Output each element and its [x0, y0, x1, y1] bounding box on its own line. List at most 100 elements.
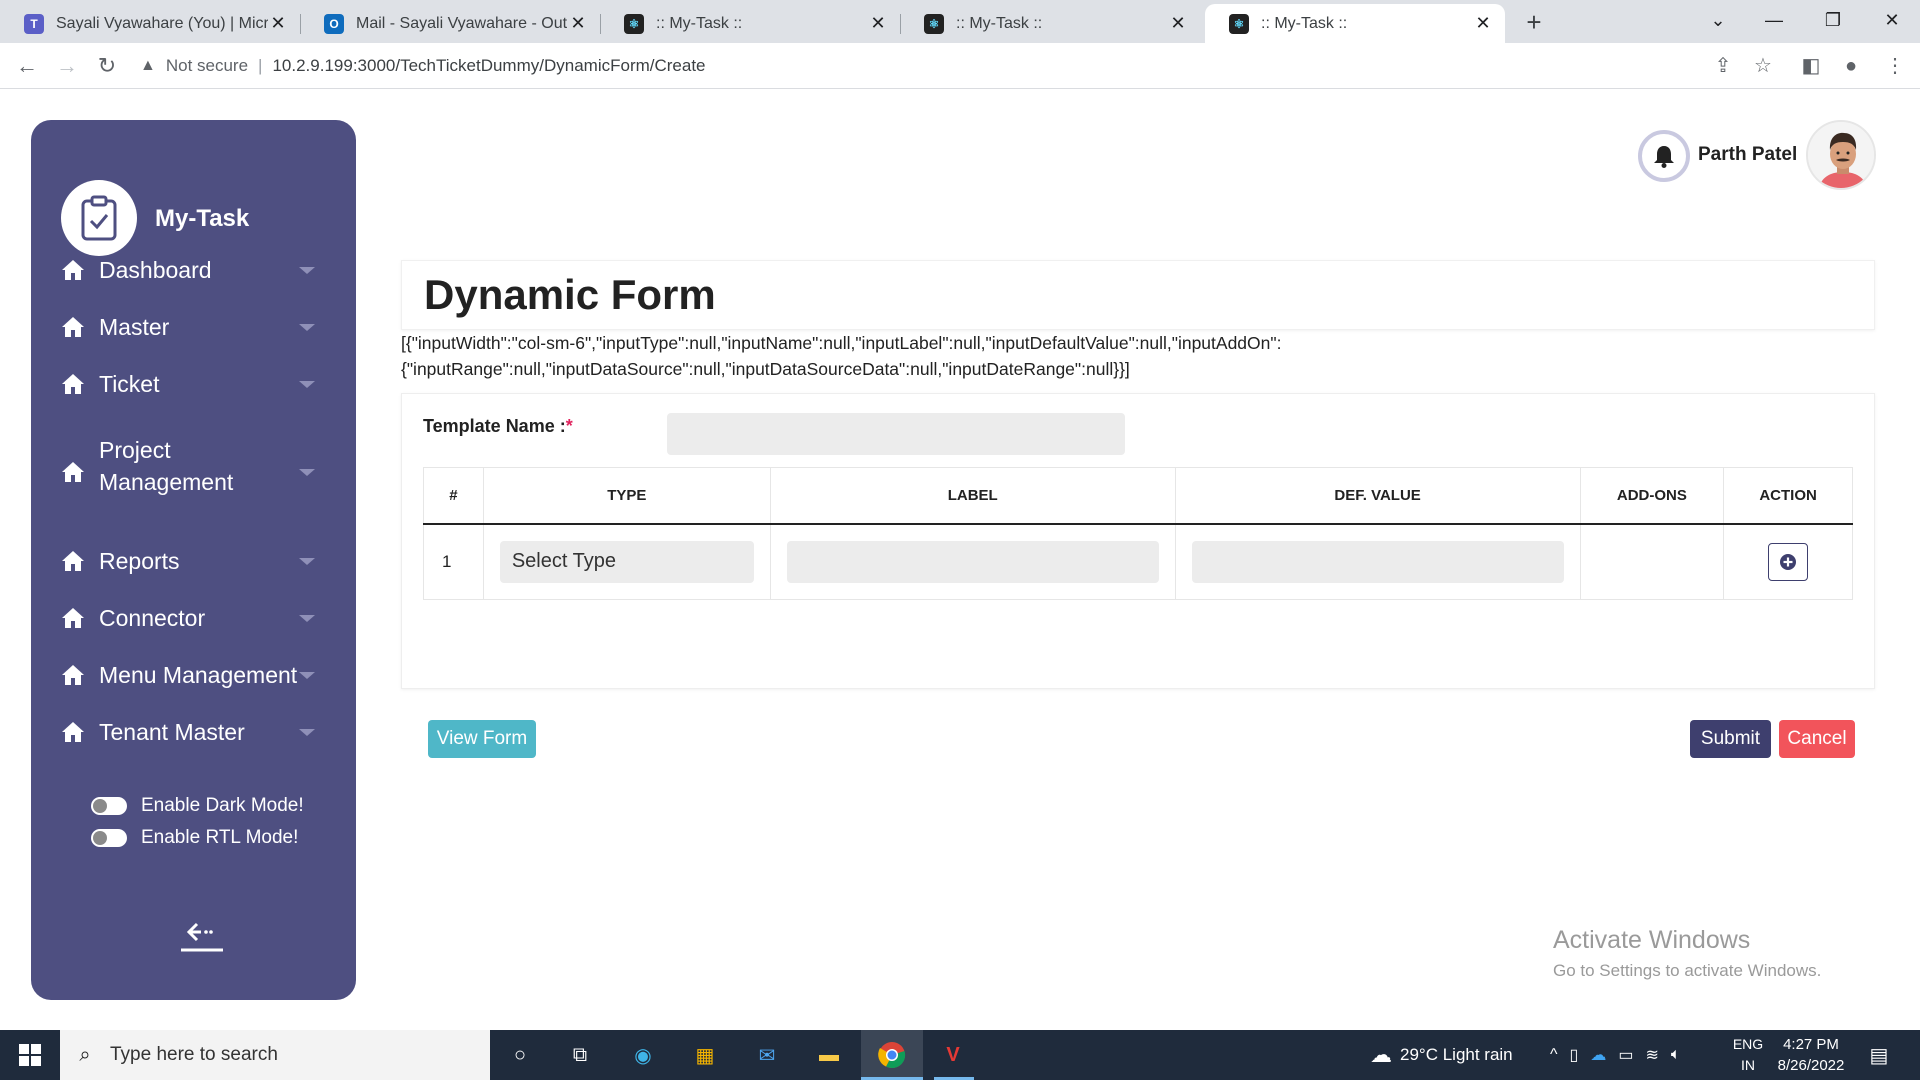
close-tab-icon[interactable]: ✕	[1168, 13, 1188, 34]
template-name-input[interactable]	[667, 413, 1125, 455]
store-icon[interactable]: ▦	[688, 1038, 722, 1072]
device-icon[interactable]: ▯	[1570, 1045, 1579, 1065]
forward-icon[interactable]: →	[52, 51, 82, 81]
sidebar-item-label: Dashboard	[99, 257, 212, 283]
label-input[interactable]	[786, 540, 1159, 583]
start-button[interactable]	[0, 1030, 60, 1080]
add-row-button[interactable]	[1768, 542, 1809, 581]
sidebar-item-project-management[interactable]: Project Management	[31, 437, 356, 495]
profile-icon[interactable]: ●	[1836, 51, 1866, 81]
rtl-mode-label: Enable RTL Mode!	[141, 827, 299, 848]
template-name-label: Template Name :*	[423, 416, 573, 437]
mail-icon[interactable]: ✉	[750, 1038, 784, 1072]
sidebar-item-connector[interactable]: Connector	[31, 602, 356, 634]
watermark-title: Activate Windows	[1553, 926, 1751, 954]
file-explorer-icon[interactable]: ▬	[812, 1038, 846, 1072]
template-name-label-text: Template Name :	[423, 416, 566, 436]
table-header-row: # TYPE LABEL DEF. VALUE ADD-ONS ACTION	[423, 467, 1853, 525]
restore-button[interactable]: ❐	[1805, 0, 1861, 43]
sidebar-item-label: Ticket	[99, 371, 160, 397]
sidebar-item-ticket[interactable]: Ticket	[31, 368, 356, 400]
user-name[interactable]: Parth Patel	[1698, 144, 1797, 166]
chrome-icon[interactable]	[875, 1038, 909, 1072]
notification-button[interactable]	[1638, 130, 1690, 182]
json-output-line: {"inputRange":null,"inputDataSource":nul…	[401, 359, 1130, 379]
reload-icon[interactable]: ↻	[92, 51, 122, 81]
close-tab-icon[interactable]: ✕	[568, 13, 588, 34]
close-tab-icon[interactable]: ✕	[268, 13, 288, 34]
type-select[interactable]: Select Type	[499, 540, 754, 583]
submit-button[interactable]: Submit	[1690, 720, 1771, 758]
tab-my-task-active[interactable]: ⚛ :: My-Task :: ✕	[1205, 4, 1505, 43]
input-language[interactable]: ENG IN	[1728, 1034, 1768, 1076]
type-cell: Select Type	[482, 523, 771, 600]
close-window-button[interactable]: ✕	[1864, 0, 1920, 43]
share-icon[interactable]: ⇪	[1708, 51, 1738, 81]
chevron-down-icon	[299, 468, 315, 476]
avatar[interactable]	[1806, 120, 1876, 190]
column-header-number: #	[423, 467, 484, 525]
side-panel-icon[interactable]: ◧	[1796, 51, 1826, 81]
toggle-knob	[93, 831, 107, 845]
search-placeholder: Type here to search	[110, 1044, 278, 1065]
home-icon	[62, 665, 84, 685]
rtl-mode-toggle[interactable]	[91, 829, 127, 847]
taskbar: ⌕ Type here to search ○ ⧉ ◉ ▦ ✉ ▬ V ☁ 29…	[0, 1030, 1920, 1080]
tab-my-task-2[interactable]: ⚛ :: My-Task :: ✕	[900, 4, 1200, 43]
url-text[interactable]: 10.2.9.199:3000/TechTicketDummy/DynamicF…	[272, 56, 705, 76]
view-form-button[interactable]: View Form	[428, 720, 536, 758]
row-number: 1	[423, 523, 484, 600]
task-view-icon[interactable]: ⧉	[563, 1038, 597, 1072]
toggle-knob	[93, 799, 107, 813]
sidebar-item-tenant-master[interactable]: Tenant Master	[31, 716, 356, 748]
edge-icon[interactable]: ◉	[626, 1038, 660, 1072]
taskbar-search[interactable]: ⌕ Type here to search	[60, 1030, 490, 1080]
tab-teams[interactable]: T Sayali Vyawahare (You) | Microso ✕	[0, 4, 300, 43]
close-tab-icon[interactable]: ✕	[868, 13, 888, 34]
sidebar-item-reports[interactable]: Reports	[31, 545, 356, 577]
user-area: Parth Patel	[1636, 120, 1896, 190]
page: My-Task Dashboard Master Ticket Project …	[0, 90, 1920, 1030]
tab-outlook[interactable]: O Mail - Sayali Vyawahare - Outloo ✕	[300, 4, 600, 43]
security-label[interactable]: Not secure	[166, 56, 248, 76]
sidebar-item-dashboard[interactable]: Dashboard	[31, 254, 356, 286]
home-icon	[62, 608, 84, 628]
close-tab-icon[interactable]: ✕	[1473, 13, 1493, 34]
tab-title: :: My-Task ::	[656, 14, 743, 32]
minimize-button[interactable]: —	[1746, 0, 1802, 43]
chevron-up-icon[interactable]: ^	[1550, 1046, 1558, 1064]
region-code: IN	[1741, 1057, 1755, 1073]
wifi-icon[interactable]: ≋	[1645, 1045, 1658, 1065]
json-output: [{"inputWidth":"col-sm-6","inputType":nu…	[401, 330, 1401, 382]
url-field[interactable]: ▲ Not secure | 10.2.9.199:3000/TechTicke…	[140, 50, 1780, 82]
sidebar-item-label: Master	[99, 314, 170, 340]
cancel-button[interactable]: Cancel	[1779, 720, 1855, 758]
taskbar-clock[interactable]: 4:27 PM 8/26/2022	[1766, 1034, 1856, 1076]
sidebar-item-master[interactable]: Master	[31, 311, 356, 343]
tab-search-icon[interactable]: ⌄	[1690, 0, 1746, 43]
volume-icon[interactable]: 🔈︎	[1671, 1046, 1681, 1064]
vivaldi-icon[interactable]: V	[936, 1038, 970, 1072]
new-tab-button[interactable]: +	[1519, 8, 1549, 38]
tab-title: Sayali Vyawahare (You) | Microso	[56, 14, 268, 32]
fields-table: # TYPE LABEL DEF. VALUE ADD-ONS ACTION 1…	[423, 467, 1853, 600]
outlook-icon: O	[324, 13, 344, 34]
clock-date: 8/26/2022	[1777, 1057, 1845, 1074]
cortana-icon[interactable]: ○	[503, 1038, 537, 1072]
back-icon[interactable]: ←	[12, 51, 42, 81]
collapse-sidebar-icon[interactable]	[179, 920, 227, 956]
sidebar-item-menu-management[interactable]: Menu Management	[31, 659, 356, 691]
divider: |	[258, 56, 263, 75]
default-value-input[interactable]	[1191, 540, 1564, 583]
more-menu-icon[interactable]: ⋮	[1880, 51, 1910, 81]
sidebar-item-label: Menu Management	[99, 662, 298, 688]
logo[interactable]	[61, 180, 137, 256]
battery-icon[interactable]: ▭	[1618, 1045, 1633, 1065]
onedrive-icon[interactable]: ☁	[1590, 1045, 1606, 1065]
sidebar-item-label: Connector	[99, 605, 206, 631]
weather-widget[interactable]: ☁ 29°C Light rain	[1370, 1030, 1513, 1080]
notifications-icon[interactable]: ▤	[1862, 1038, 1896, 1072]
tab-my-task-1[interactable]: ⚛ :: My-Task :: ✕	[600, 4, 900, 43]
dark-mode-toggle[interactable]	[91, 797, 127, 815]
bookmark-star-icon[interactable]: ☆	[1748, 51, 1778, 81]
